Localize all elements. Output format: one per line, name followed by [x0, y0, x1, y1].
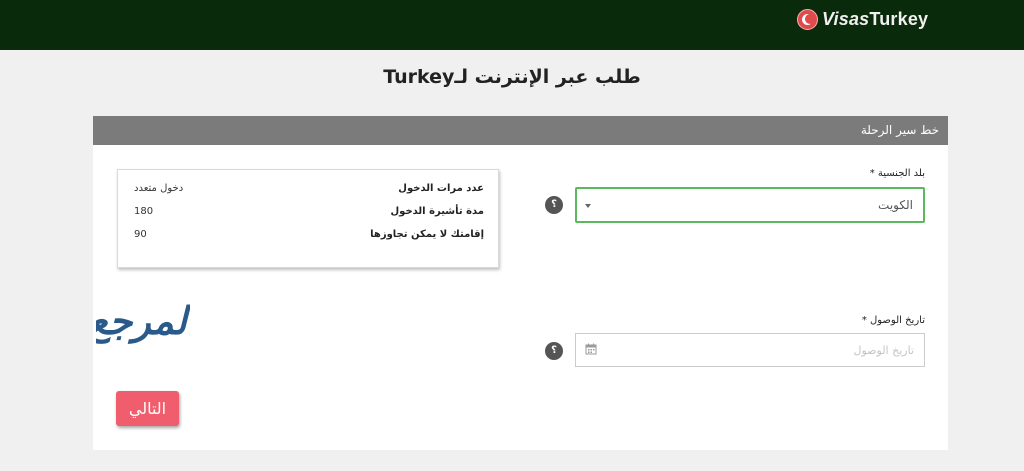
- summary-row-entries: عدد مرات الدخول دخول متعدد: [134, 183, 484, 194]
- brand-logo[interactable]: VisasTurkey: [797, 8, 928, 30]
- nationality-label: بلد الجنسية *: [869, 168, 925, 179]
- page-title: طلب عبر الإنترنت لـTurkey: [383, 66, 641, 88]
- visa-summary-box: عدد مرات الدخول دخول متعدد مدة تأشيرة ال…: [117, 169, 499, 268]
- itinerary-card: خط سير الرحلة عدد مرات الدخول دخول متعدد…: [93, 116, 948, 450]
- watermark-logo: المرجع: [96, 299, 190, 344]
- brand-name: VisasTurkey: [822, 8, 929, 29]
- summary-row-validity: مدة تأشيرة الدخول 180: [134, 206, 484, 217]
- nationality-select[interactable]: الكويت: [575, 187, 925, 223]
- nationality-help-icon[interactable]: ؟: [545, 196, 563, 214]
- arrival-date-input[interactable]: تاريخ الوصول: [575, 333, 925, 367]
- summary-row-max-stay: إقامتك لا يمكن تجاوزها 90: [134, 229, 484, 240]
- top-navigation-bar: VisasTurkey: [0, 0, 1024, 50]
- calendar-icon: [585, 343, 597, 355]
- turkey-flag-icon: [797, 8, 818, 30]
- chevron-down-icon: [585, 204, 591, 208]
- watermark-text: المرجع: [96, 299, 190, 344]
- section-header: خط سير الرحلة: [93, 116, 948, 145]
- arrival-date-label: تاريخ الوصول *: [861, 315, 925, 326]
- next-button[interactable]: التالي: [116, 391, 179, 426]
- arrival-help-icon[interactable]: ؟: [545, 342, 563, 360]
